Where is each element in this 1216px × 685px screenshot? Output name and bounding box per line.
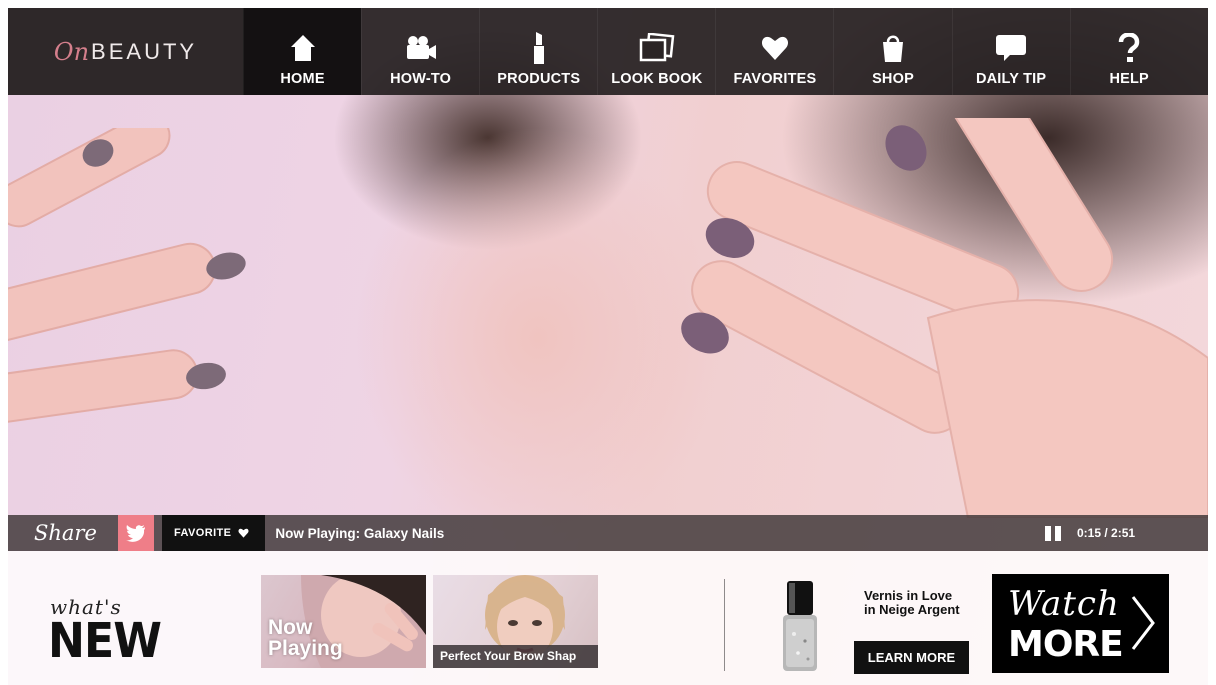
watch-more-line2: MORE xyxy=(1008,624,1124,665)
watch-more-line1: Watch xyxy=(1008,584,1120,624)
brand-name: BEAUTY xyxy=(91,38,198,64)
product-name-line1: Vernis in Love xyxy=(864,588,953,603)
home-icon xyxy=(283,31,323,65)
nav-item-daily-tip[interactable]: DAILY TIP xyxy=(951,8,1070,95)
lipstick-icon xyxy=(519,31,559,65)
nav-item-label: HOME xyxy=(280,71,325,87)
heart-icon xyxy=(755,31,795,65)
speech-bubble-icon xyxy=(991,31,1031,65)
player-bar: Share FAVORITE Now Playing: Galaxy Nails… xyxy=(8,515,1208,551)
nav-item-label: HELP xyxy=(1109,71,1149,87)
nav-item-favorites[interactable]: FAVORITES xyxy=(715,8,833,95)
bottom-panel: what's NEW Now Playing Perfect Your Brow xyxy=(8,551,1208,685)
twitter-icon xyxy=(126,524,145,542)
now-playing-title: Now Playing: Galaxy Nails xyxy=(275,525,445,541)
playback-time: 0:15 / 2:51 xyxy=(1077,526,1136,540)
thumbnail-now-playing[interactable]: Now Playing xyxy=(261,575,426,668)
nav-item-label: SHOP xyxy=(872,71,914,87)
nav-item-help[interactable]: HELP xyxy=(1069,8,1188,95)
twitter-share-button[interactable] xyxy=(118,515,154,551)
nav-item-label: HOW-TO xyxy=(390,71,452,87)
thumbnail-caption: Now Playing xyxy=(268,616,343,660)
brand-prefix: On xyxy=(53,37,90,66)
watch-more-button[interactable]: Watch MORE xyxy=(992,574,1169,673)
nav-item-home[interactable]: HOME xyxy=(243,8,362,95)
chevron-right-icon xyxy=(1131,596,1155,650)
nav-item-label: FAVORITES xyxy=(733,71,817,87)
product-name-line2: in Neige Argent xyxy=(864,602,960,617)
thumbnail-caption: Perfect Your Brow Shap xyxy=(433,645,598,668)
learn-more-button[interactable]: LEARN MORE xyxy=(854,641,969,674)
video-camera-icon xyxy=(401,31,441,65)
share-label: Share xyxy=(34,521,97,545)
photos-icon xyxy=(637,31,677,65)
video-hand-left xyxy=(8,128,246,425)
nav-item-how-to[interactable]: HOW-TO xyxy=(361,8,479,95)
brand-logo[interactable]: On BEAUTY xyxy=(8,8,243,95)
nav-item-label: DAILY TIP xyxy=(975,71,1047,87)
heart-icon xyxy=(238,528,249,538)
divider xyxy=(724,579,725,671)
favorite-label: FAVORITE xyxy=(174,527,232,539)
video-hand-right xyxy=(681,118,1208,518)
app-window: On BEAUTY HOME HOW-TO PRODUCTS LOOK BOOK… xyxy=(8,8,1208,685)
nav-item-shop[interactable]: SHOP xyxy=(833,8,951,95)
thumbnail-brow[interactable]: Perfect Your Brow Shap xyxy=(433,575,598,668)
top-navigation: On BEAUTY HOME HOW-TO PRODUCTS LOOK BOOK… xyxy=(8,8,1208,95)
whats-new-big-title: NEW xyxy=(48,613,162,669)
nav-item-label: PRODUCTS xyxy=(497,71,581,87)
shopping-bag-icon xyxy=(873,31,913,65)
nav-item-label: LOOK BOOK xyxy=(611,71,703,87)
nav-item-look-book[interactable]: LOOK BOOK xyxy=(597,8,715,95)
favorite-button[interactable]: FAVORITE xyxy=(162,515,266,551)
pause-icon xyxy=(1045,526,1051,541)
question-mark-icon xyxy=(1109,31,1149,65)
nav-item-products[interactable]: PRODUCTS xyxy=(479,8,597,95)
pause-icon xyxy=(1055,526,1061,541)
product-name: Vernis in Love in Neige Argent xyxy=(864,589,960,617)
nail-polish-image xyxy=(783,581,817,671)
pause-button[interactable] xyxy=(1045,526,1061,541)
